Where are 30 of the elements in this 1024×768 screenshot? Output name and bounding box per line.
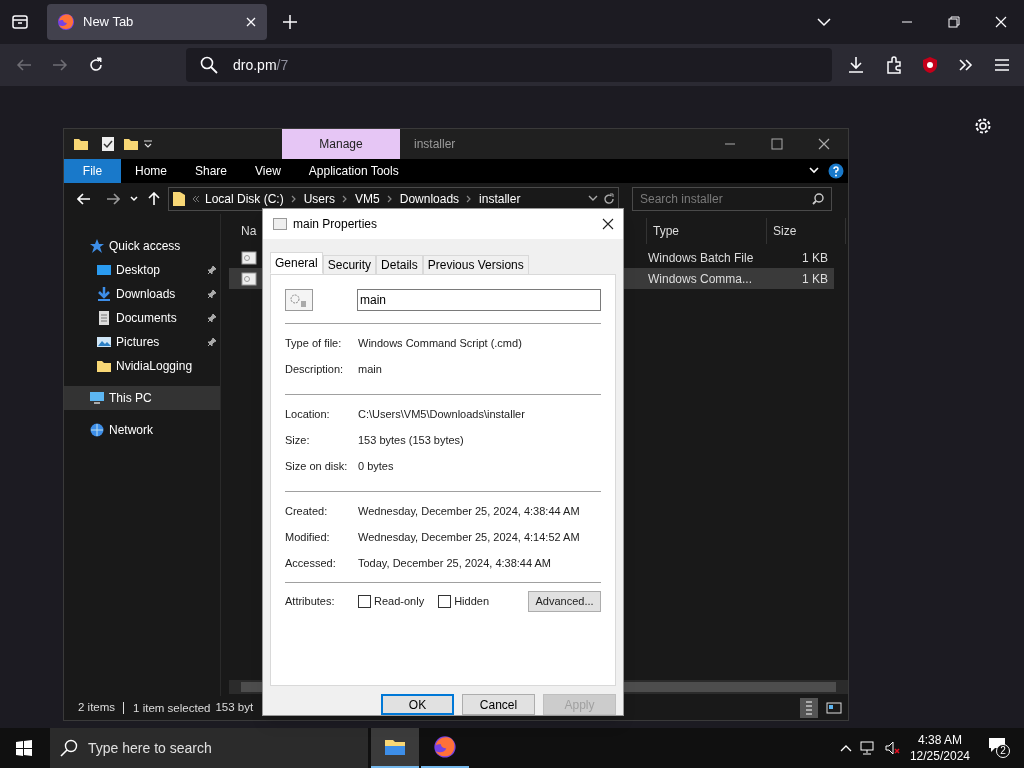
window-title: installer — [414, 136, 456, 153]
property-label: Location: — [285, 406, 331, 422]
property-value: Wednesday, December 25, 2024, 4:38:44 AM — [358, 503, 580, 519]
property-value: Wednesday, December 25, 2024, 4:14:52 AM — [358, 529, 580, 545]
property-label: Modified: — [285, 529, 331, 545]
property-value: 153 bytes (153 bytes) — [358, 432, 464, 448]
property-label: Accessed: — [285, 555, 337, 571]
file-type: Windows Batch File — [648, 249, 755, 267]
property-value: main — [358, 361, 382, 377]
property-value: Today, December 25, 2024, 4:38:44 AM — [358, 555, 552, 571]
file-size: 1 KB — [801, 249, 828, 267]
search-placeholder: Search installer — [640, 190, 724, 208]
url-text: dro.pm/7 — [233, 55, 289, 75]
status-text: 1 item selected — [123, 702, 211, 714]
property-label: Size: — [285, 432, 311, 448]
property-value: 0 bytes — [358, 458, 394, 474]
search-placeholder: Type here to search — [88, 738, 212, 758]
property-value: Windows Command Script (.cmd) — [358, 335, 522, 351]
file-size: 1 KB — [801, 270, 828, 288]
property-label: Description: — [285, 361, 345, 377]
status-text: 2 items — [78, 700, 116, 716]
property-label: Type of file: — [285, 335, 343, 351]
dialog-title: main Properties — [293, 216, 379, 233]
property-value: C:\Users\VM5\Downloads\installer — [358, 406, 525, 422]
status-text: 153 byt — [215, 700, 254, 716]
property-label: Size on disk: — [285, 458, 349, 474]
property-label: Attributes: — [285, 594, 336, 610]
tab-title: New Tab — [83, 13, 135, 32]
property-label: Created: — [285, 503, 329, 519]
file-type: Windows Comma... — [648, 270, 754, 288]
